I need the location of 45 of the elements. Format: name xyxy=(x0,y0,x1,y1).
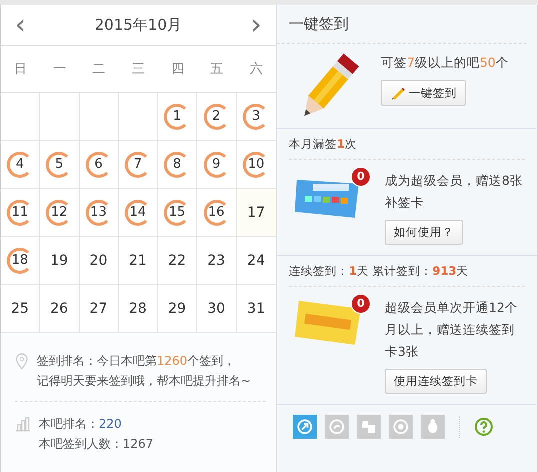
ranking-text: 签到排名：今日本吧第1260个签到， xyxy=(37,353,237,370)
weekday-label: 日 xyxy=(14,61,28,78)
calendar-day: 30 xyxy=(204,296,229,320)
calendar-day: 23 xyxy=(204,248,229,272)
missed-signin-text: 本月漏签1次 xyxy=(289,129,525,160)
weekday-label: 五 xyxy=(210,61,224,78)
calendar-day: 27 xyxy=(86,296,111,320)
signin-info-text: 可签7级以上的吧50个 xyxy=(381,54,509,72)
weekday-label: 六 xyxy=(250,61,263,78)
how-to-use-button[interactable]: 如何使用？ xyxy=(385,220,463,245)
panel-title: 一键签到 xyxy=(277,5,527,44)
bug-icon[interactable] xyxy=(421,415,445,439)
promo-text: 超级会员单次开通12个月以上，赠送连续签到卡3张 xyxy=(385,299,519,361)
weekday-label: 一 xyxy=(53,61,66,78)
ranking-text: 记得明天要来签到哦，帮本吧提升排名~ xyxy=(37,373,252,390)
calendar-day: 17 xyxy=(244,200,268,224)
pencil-icon xyxy=(390,85,406,101)
weekday-label: 四 xyxy=(171,61,184,78)
bar-chart-icon xyxy=(15,416,31,432)
location-pin-icon xyxy=(15,353,29,371)
next-month-button[interactable]: › xyxy=(246,10,266,40)
streak-text: 连续签到：1天 累计签到：913天 xyxy=(289,256,525,287)
calendar-day: 19 xyxy=(47,248,72,272)
card-count-badge: 0 xyxy=(351,167,371,187)
calendar-day: 28 xyxy=(126,296,150,320)
calendar-day: 26 xyxy=(47,296,72,320)
calendar-day: 29 xyxy=(165,296,190,320)
signin-count-text: 本吧签到人数：1267 xyxy=(39,436,154,453)
calendar-day: 25 xyxy=(8,296,32,320)
card-count-badge: 0 xyxy=(351,294,371,314)
calendar-day: 22 xyxy=(165,248,190,272)
help-icon[interactable] xyxy=(474,417,494,437)
calendar-day: 31 xyxy=(244,296,268,320)
month-title: 2015年10月 xyxy=(94,16,182,34)
previous-month-button[interactable]: ‹ xyxy=(11,10,30,40)
weekday-label: 二 xyxy=(92,61,106,78)
blocks-icon[interactable] xyxy=(357,415,381,439)
calendar-day: 21 xyxy=(126,248,150,272)
calendar-day: 20 xyxy=(86,248,111,272)
bar-rank-text: 本吧排名：220 xyxy=(39,416,123,433)
calendar-day: 24 xyxy=(244,248,268,272)
promo-text: 成为超级会员，赠送8张补签卡 xyxy=(385,172,524,212)
use-streak-card-button[interactable]: 使用连续签到卡 xyxy=(385,369,487,394)
one-click-signin-button[interactable]: 一键签到 xyxy=(381,80,466,106)
weekday-label: 三 xyxy=(132,61,145,78)
